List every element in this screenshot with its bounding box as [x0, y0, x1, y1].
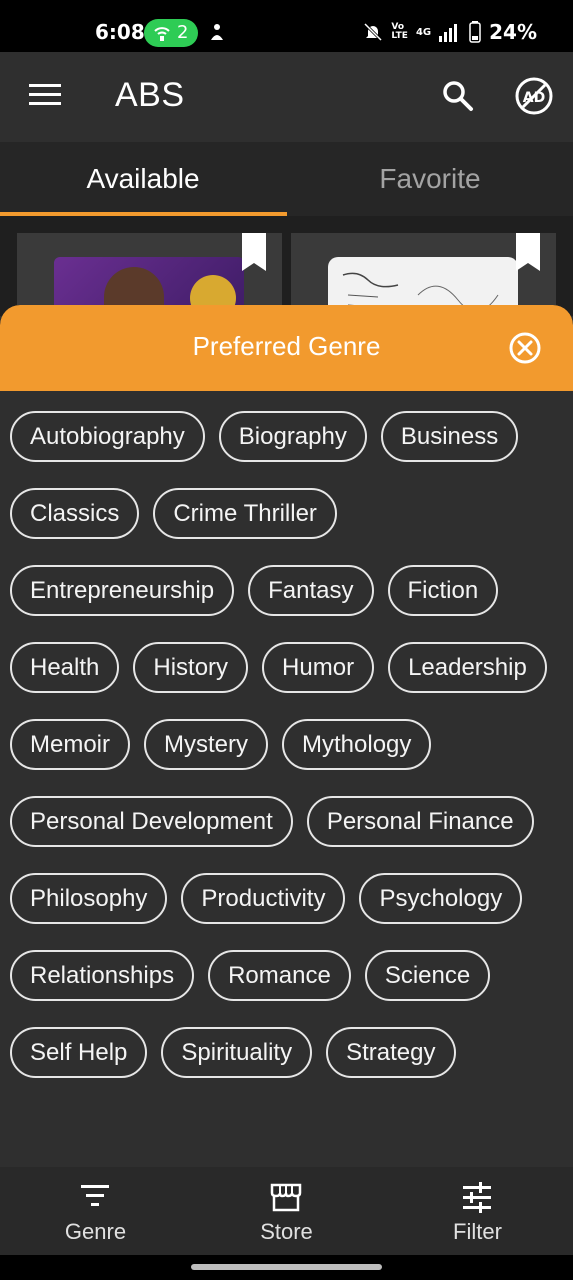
preferred-genre-sheet: Preferred Genre Autobiography Biography Bu…: [0, 305, 573, 1167]
app-bar: ABS AD: [0, 52, 573, 142]
filter-sliders-icon: [463, 1182, 491, 1213]
genre-chip[interactable]: Philosophy: [10, 873, 168, 924]
nav-genre[interactable]: Genre: [0, 1167, 191, 1255]
store-icon: [270, 1183, 302, 1212]
genre-chip[interactable]: Strategy: [326, 1027, 456, 1078]
notification-app-icon: [211, 24, 223, 40]
nav-filter[interactable]: Filter: [382, 1167, 573, 1255]
nav-genre-label: Genre: [64, 1219, 127, 1244]
genre-chip[interactable]: Personal Development: [10, 796, 293, 847]
mute-bell-icon: [364, 22, 383, 42]
system-gesture-area: [0, 1255, 573, 1280]
tab-bar: Available Favorite: [0, 142, 573, 216]
genre-chip[interactable]: Health: [10, 642, 120, 693]
genre-chip[interactable]: Business: [380, 411, 519, 462]
genre-chip[interactable]: Crime Thriller: [153, 488, 337, 539]
bookmark-icon[interactable]: [516, 233, 540, 271]
book-grid: [0, 216, 573, 337]
genre-chip[interactable]: Leadership: [388, 642, 547, 693]
status-icons: Vo LTE 4G 24%: [363, 18, 537, 46]
bookmark-icon[interactable]: [242, 233, 266, 271]
hamburger-menu-icon[interactable]: [29, 82, 61, 106]
gesture-handle[interactable]: [191, 1264, 382, 1270]
genre-chip[interactable]: Memoir: [10, 719, 131, 770]
genre-chip[interactable]: Relationships: [10, 950, 195, 1001]
genre-chip[interactable]: History: [133, 642, 249, 693]
genre-chip[interactable]: Mythology: [282, 719, 432, 770]
genre-chip-list: Autobiography Biography Business Classics Cr…: [10, 411, 563, 1078]
status-time: 6:08: [95, 20, 145, 44]
genre-chip[interactable]: Humor: [262, 642, 375, 693]
genre-chip[interactable]: Personal Finance: [306, 796, 534, 847]
genre-chip[interactable]: Biography: [218, 411, 367, 462]
genre-chip[interactable]: Fantasy: [248, 565, 374, 616]
genre-chip[interactable]: Entrepreneurship: [10, 565, 235, 616]
battery-icon: [469, 21, 481, 43]
genre-chip[interactable]: Mystery: [144, 719, 269, 770]
genre-lines-icon: [81, 1185, 109, 1206]
tab-favorite[interactable]: Favorite: [287, 142, 573, 216]
hotspot-indicator: 2: [144, 19, 198, 47]
signal-icon: [439, 24, 458, 42]
genre-chip[interactable]: Spirituality: [161, 1027, 313, 1078]
volte-label: Vo LTE: [391, 22, 408, 41]
genre-chip[interactable]: Science: [364, 950, 491, 1001]
genre-chip[interactable]: Psychology: [359, 873, 523, 924]
app-title: ABS: [115, 76, 185, 114]
sheet-title: Preferred Genre: [192, 331, 381, 361]
hotspot-count: 2: [177, 22, 189, 43]
genre-chip[interactable]: Classics: [10, 488, 140, 539]
genre-chip[interactable]: Self Help: [10, 1027, 148, 1078]
genre-chip[interactable]: Autobiography: [10, 411, 205, 462]
network-type-label: 4G: [415, 26, 432, 38]
nav-store[interactable]: Store: [191, 1167, 382, 1255]
hotspot-icon: [154, 27, 170, 41]
genre-chip[interactable]: Romance: [208, 950, 351, 1001]
nav-store-label: Store: [260, 1219, 313, 1244]
sheet-header: Preferred Genre: [0, 305, 573, 391]
battery-percent: 24%: [489, 20, 537, 44]
close-icon[interactable]: [508, 331, 542, 365]
tab-available[interactable]: Available: [0, 142, 286, 216]
search-icon[interactable]: [442, 80, 474, 112]
nav-filter-label: Filter: [453, 1219, 502, 1244]
no-ads-icon[interactable]: AD: [514, 76, 554, 116]
genre-chip[interactable]: Fiction: [387, 565, 499, 616]
status-bar: 6:08 2 Vo LTE 4G 24%: [0, 0, 573, 52]
bottom-navigation: Genre Store Filter: [0, 1167, 573, 1255]
genre-chip[interactable]: Productivity: [181, 873, 346, 924]
